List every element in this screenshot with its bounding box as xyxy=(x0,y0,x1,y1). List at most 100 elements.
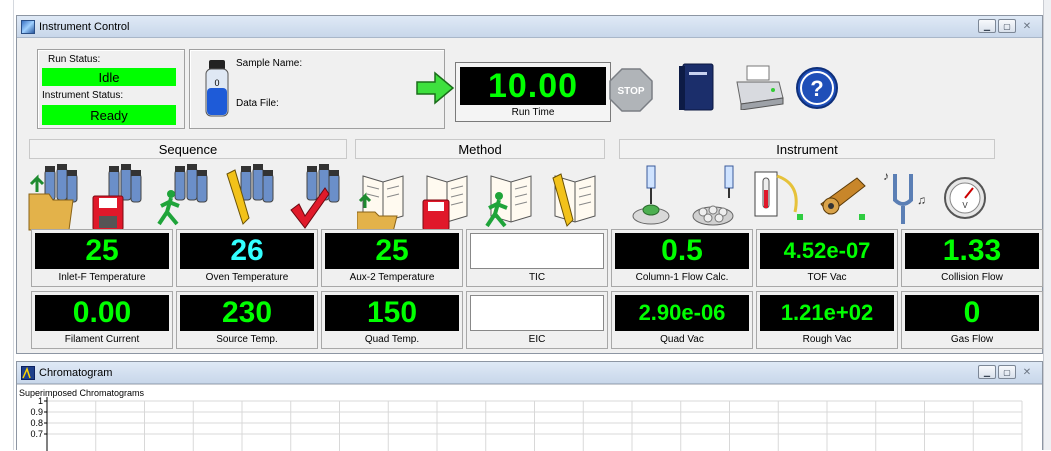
sequence-edit-icon[interactable] xyxy=(223,164,275,234)
readout-value: 0.00 xyxy=(35,295,169,331)
readout-label: Quad Vac xyxy=(660,334,704,345)
stop-label: STOP xyxy=(617,86,644,97)
stop-button[interactable]: STOP xyxy=(609,68,653,112)
run-time-label: Run Time xyxy=(511,107,555,118)
instrument-titlebar: Instrument Control ▁ ▢ ✕ xyxy=(17,16,1042,38)
readout-label: TIC xyxy=(528,272,546,283)
chromatogram-titlebar: Chromatogram ▁ ▢ ✕ xyxy=(17,362,1042,384)
chromatogram-window-controls: ▁ ▢ ✕ xyxy=(978,365,1036,379)
help-icon[interactable]: ? xyxy=(795,66,839,110)
chromatogram-grid: 10.90.80.7 xyxy=(30,396,1023,451)
readout-value: 26 xyxy=(180,233,314,269)
readout-label: Collision Flow xyxy=(941,272,1003,283)
readout-value: 25 xyxy=(35,233,169,269)
method-section-header: Method xyxy=(355,139,605,159)
vial-number: 0 xyxy=(214,78,219,88)
readout-filament-current[interactable]: 0.00 Filament Current xyxy=(31,291,173,349)
vacuum-gauge-icon[interactable]: V xyxy=(939,164,991,234)
chromatogram-close-button[interactable]: ✕ xyxy=(1018,365,1036,379)
desktop: Instrument Control ▁ ▢ ✕ Run Status: Idl… xyxy=(0,0,1051,451)
readout-label: EIC xyxy=(528,334,546,345)
readout-value: 25 xyxy=(325,233,459,269)
readout-rough-vac[interactable]: 1.21e+02 Rough Vac xyxy=(756,291,898,349)
y-tick-label: 0.9 xyxy=(30,407,43,417)
readout-value: 230 xyxy=(180,295,314,331)
readout-label: Column-1 Flow Calc. xyxy=(635,272,729,283)
y-tick-label: 1 xyxy=(38,396,43,406)
readout-aux-2-temperature[interactable]: 25 Aux-2 Temperature xyxy=(321,229,463,287)
readout-value: 150 xyxy=(325,295,459,331)
readout-gas-flow[interactable]: 0 Gas Flow xyxy=(901,291,1043,349)
readout-value: 1.21e+02 xyxy=(760,295,894,331)
run-status-value: Idle xyxy=(42,68,176,86)
readout-value xyxy=(470,233,604,269)
print-icon[interactable] xyxy=(733,64,785,110)
readout-value: 4.52e-07 xyxy=(760,233,894,269)
tuning-fork-icon[interactable]: ♪♫ xyxy=(879,164,931,234)
readout-label: Oven Temperature xyxy=(205,272,289,283)
sample-panel: 0 Sample Name: Data File: xyxy=(189,49,445,129)
readout-quad-temp[interactable]: 150 Quad Temp. xyxy=(321,291,463,349)
readout-inlet-f-temperature[interactable]: 25 Inlet-F Temperature xyxy=(31,229,173,287)
readout-label: Aux-2 Temperature xyxy=(349,272,435,283)
svg-text:V: V xyxy=(962,201,968,210)
chromatogram-plot[interactable]: Superimposed Chromatograms 1 0.9 0.8 0.7 xyxy=(17,384,1042,451)
readout-tof-vac[interactable]: 4.52e-07 TOF Vac xyxy=(756,229,898,287)
data-file-label: Data File: xyxy=(236,98,279,109)
ion-source-icon[interactable] xyxy=(817,164,869,234)
readout-quad-vac[interactable]: 2.90e-06 Quad Vac xyxy=(611,291,753,349)
autosampler-icon[interactable] xyxy=(691,164,743,234)
readout-label: Quad Temp. xyxy=(364,334,420,345)
start-run-arrow-icon[interactable] xyxy=(415,71,455,105)
y-tick-label: 0.8 xyxy=(30,418,43,428)
method-run-icon[interactable] xyxy=(485,164,537,234)
sequence-check-icon[interactable] xyxy=(289,164,341,234)
readout-value: 0.5 xyxy=(615,233,749,269)
sequence-section-header: Sequence xyxy=(29,139,347,159)
run-status-label: Run Status: xyxy=(48,54,101,65)
readout-eic[interactable]: EIC xyxy=(466,291,608,349)
readout-column-1-flow-calc[interactable]: 0.5 Column-1 Flow Calc. xyxy=(611,229,753,287)
sample-name-label: Sample Name: xyxy=(236,58,303,69)
chromatogram-title: Chromatogram xyxy=(39,366,113,379)
method-open-icon[interactable] xyxy=(357,164,409,234)
readout-label: Inlet-F Temperature xyxy=(58,272,146,283)
instrument-section-header: Instrument xyxy=(619,139,995,159)
chromatogram-maximize-button[interactable]: ▢ xyxy=(998,365,1016,379)
readout-tic[interactable]: TIC xyxy=(466,229,608,287)
method-save-icon[interactable] xyxy=(421,164,473,234)
readout-label: Gas Flow xyxy=(950,334,994,345)
readout-value: 2.90e-06 xyxy=(615,295,749,331)
instrument-status-label: Instrument Status: xyxy=(42,90,124,101)
logbook-icon[interactable] xyxy=(677,62,717,114)
vertical-scrollbar[interactable] xyxy=(1043,0,1051,450)
instrument-status-value: Ready xyxy=(42,105,176,125)
sample-vial-icon: 0 xyxy=(205,60,229,117)
sequence-run-icon[interactable] xyxy=(157,164,209,234)
readout-collision-flow[interactable]: 1.33 Collision Flow xyxy=(901,229,1043,287)
readout-label: TOF Vac xyxy=(807,272,847,283)
method-edit-icon[interactable] xyxy=(549,164,601,234)
window-title: Instrument Control xyxy=(39,20,130,33)
chromatogram-window: Chromatogram ▁ ▢ ✕ Superimposed Chromato… xyxy=(16,361,1043,451)
readout-source-temp[interactable]: 230 Source Temp. xyxy=(176,291,318,349)
injector-icon[interactable] xyxy=(627,164,679,234)
readout-value xyxy=(470,295,604,331)
chromatogram-minimize-button[interactable]: ▁ xyxy=(978,365,996,379)
close-button[interactable]: ✕ xyxy=(1018,19,1036,33)
left-edge xyxy=(0,0,14,450)
maximize-button[interactable]: ▢ xyxy=(998,19,1016,33)
y-tick-label: 0.7 xyxy=(30,429,43,439)
sequence-open-icon[interactable] xyxy=(27,164,79,234)
instrument-control-window: Instrument Control ▁ ▢ ✕ Run Status: Idl… xyxy=(16,15,1043,354)
svg-text:♫: ♫ xyxy=(917,193,926,207)
run-time-value: 10.00 xyxy=(460,67,606,105)
help-glyph: ? xyxy=(810,76,823,101)
status-panel: Run Status: Idle Instrument Status: Read… xyxy=(37,49,185,129)
sequence-save-icon[interactable] xyxy=(91,164,143,234)
readout-oven-temperature[interactable]: 26 Oven Temperature xyxy=(176,229,318,287)
minimize-button[interactable]: ▁ xyxy=(978,19,996,33)
chromatogram-app-icon xyxy=(21,365,35,380)
readout-value: 1.33 xyxy=(905,233,1039,269)
oven-icon[interactable] xyxy=(753,164,805,234)
